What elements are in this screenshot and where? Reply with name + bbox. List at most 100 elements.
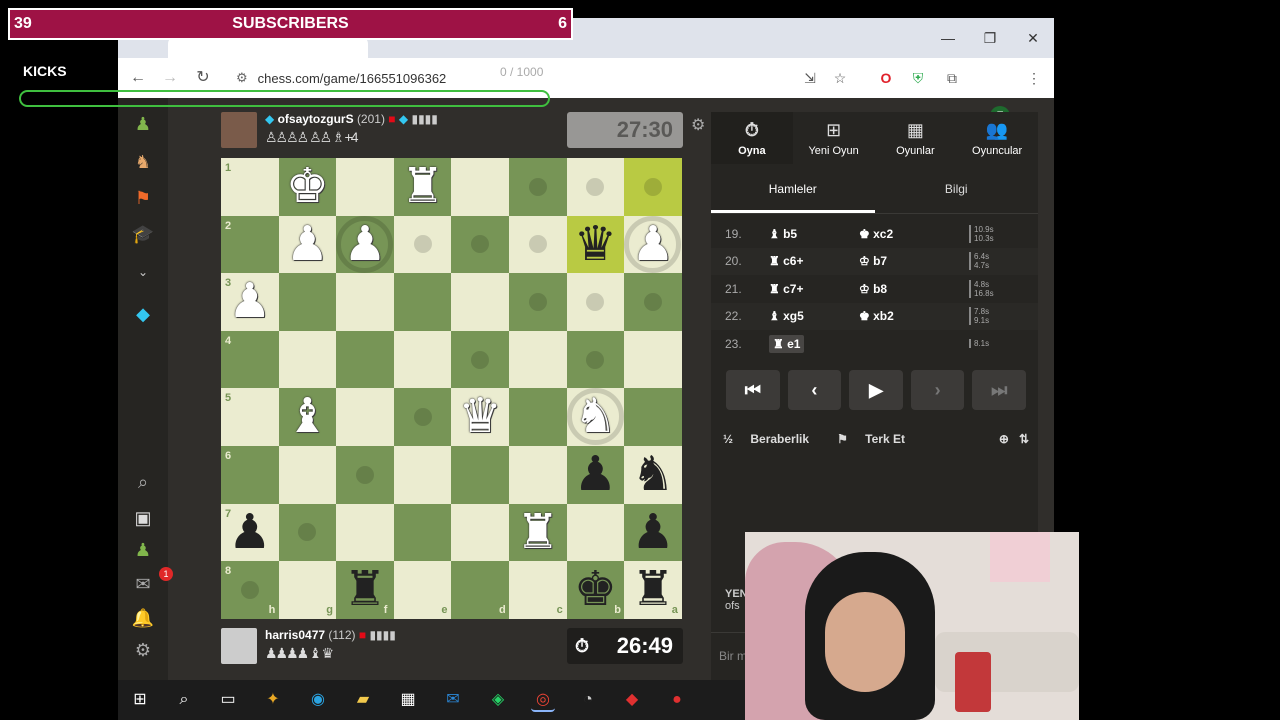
white-move[interactable]: ♜ c6+ (751, 254, 841, 268)
prev-move-button[interactable]: ‹ (787, 370, 842, 410)
current-move[interactable]: ♜ e1 (769, 334, 805, 353)
add-time-icon[interactable]: ⊕ (999, 432, 1009, 446)
black-move[interactable]: ♔ b8 (841, 282, 969, 296)
forward-icon[interactable]: → (158, 66, 182, 90)
nav-yeni-oyun[interactable]: ⊞ Yeni Oyun (793, 112, 875, 164)
white-piece[interactable]: ♟ (279, 216, 337, 274)
install-icon[interactable]: ⇲ (798, 66, 822, 90)
move-hint-dot[interactable] (644, 293, 662, 311)
taskbar-search-icon[interactable]: ⌕ (172, 688, 196, 712)
black-piece[interactable]: ♟ (221, 504, 279, 562)
flip-board-icon[interactable]: ⇅ (1019, 432, 1029, 446)
board-square[interactable] (451, 446, 509, 504)
more-chevron-icon[interactable]: ⌄ (131, 260, 155, 284)
next-move-button[interactable]: › (910, 370, 965, 410)
chess-board[interactable]: 1 2 3 4 5 6 7 8 h g f e d c b a ♚ ♜ ♟ ♟ ♛ ♟ ♟ ♝ ♛ ♞ ♟ ♞ ♟ ♜ ♟ ♜ ♚ ♜ (221, 158, 682, 619)
white-piece[interactable]: ♝ (279, 388, 337, 446)
move-hint-dot[interactable] (413, 408, 432, 427)
board-square[interactable] (509, 446, 567, 504)
move-hint-dot[interactable] (413, 235, 432, 254)
white-move[interactable]: ♝ b5 (751, 227, 841, 241)
copilot-icon[interactable]: ✦ (261, 688, 285, 712)
mail-app-icon[interactable]: ✉ (441, 688, 465, 712)
board-square[interactable] (336, 388, 394, 446)
restore-icon[interactable]: ❐ (978, 26, 1002, 50)
draw-button[interactable]: ½ Beraberlik (723, 432, 823, 446)
menu-kebab-icon[interactable]: ⋮ (1022, 66, 1046, 90)
settings-gear-icon[interactable]: ⚙ (131, 638, 155, 662)
move-hint-dot[interactable] (644, 177, 662, 196)
recorder-icon[interactable]: ◔ (576, 688, 600, 712)
edge-icon[interactable]: ◉ (306, 688, 330, 712)
black-move[interactable]: ♔ b7 (841, 254, 969, 268)
white-piece[interactable]: ♜ (394, 158, 452, 216)
board-square[interactable] (278, 330, 337, 389)
windows-start-icon[interactable]: ⊞ (128, 688, 152, 712)
black-piece[interactable]: ♜ (336, 561, 394, 619)
nav-oyuncular[interactable]: 👥 Oyuncular (956, 112, 1038, 164)
tab-moves[interactable]: Hamleler (711, 164, 875, 213)
task-view-icon[interactable]: ▭ (216, 688, 240, 712)
back-icon[interactable]: ← (126, 66, 150, 90)
white-piece[interactable]: ♟ (221, 273, 279, 331)
file-explorer-icon[interactable]: ▰ (351, 688, 375, 712)
user-avatar-icon[interactable]: ▣ (131, 506, 155, 530)
puzzle-icon[interactable]: ♞ (131, 150, 155, 174)
store-icon[interactable]: ▦ (396, 688, 420, 712)
last-move-button[interactable]: ⏭ (972, 370, 1026, 410)
shield-extension-icon[interactable]: ⛨ (906, 66, 930, 90)
board-square[interactable] (393, 446, 452, 504)
close-icon[interactable]: ✕ (1021, 26, 1045, 50)
board-square[interactable] (336, 273, 394, 331)
capture-hint-ring[interactable] (336, 215, 394, 273)
bottom-player-avatar[interactable] (221, 628, 257, 664)
top-player-name[interactable]: ofsaytozgurS (278, 112, 354, 126)
board-square[interactable] (336, 503, 394, 562)
board-settings-icon[interactable]: ⚙ (691, 115, 705, 135)
move-hint-dot[interactable] (528, 177, 547, 196)
lessons-icon[interactable]: ⚑ (131, 186, 155, 210)
board-square[interactable] (393, 503, 452, 562)
nav-oyna[interactable]: ⏱ Oyna (711, 112, 793, 164)
mail-icon[interactable]: ✉ 1 (131, 567, 173, 596)
black-move[interactable]: ♚ xc2 (841, 227, 969, 241)
streamlabs-icon[interactable]: ● (665, 688, 689, 712)
board-square[interactable] (451, 503, 509, 562)
capture-hint-ring[interactable] (566, 388, 624, 446)
black-piece[interactable]: ♟ (567, 446, 625, 504)
white-piece[interactable]: ♛ (451, 388, 509, 446)
board-square[interactable] (393, 330, 452, 389)
board-square[interactable] (509, 330, 567, 389)
extensions-icon[interactable]: ⧉ (940, 66, 964, 90)
chesscom-logo-icon[interactable]: ♟ (131, 112, 155, 136)
move-hint-dot[interactable] (528, 293, 547, 311)
white-piece[interactable]: ♚ (279, 158, 337, 216)
site-info-icon[interactable]: ⚙ (236, 70, 248, 86)
board-square[interactable] (278, 446, 337, 504)
first-move-button[interactable]: ⏮ (726, 370, 780, 410)
board-square[interactable] (336, 158, 394, 216)
move-hint-dot[interactable] (240, 581, 259, 599)
chrome-icon[interactable]: ◎ (531, 688, 555, 712)
opera-extension-icon[interactable]: O (874, 66, 898, 90)
premium-diamond-icon[interactable]: ◆ (131, 302, 155, 326)
board-square[interactable] (393, 273, 452, 331)
black-piece[interactable]: ♚ (567, 561, 625, 619)
bottom-player-name[interactable]: harris0477 (265, 628, 325, 642)
black-piece[interactable]: ♛ (567, 216, 625, 274)
board-square[interactable] (566, 503, 625, 562)
black-move[interactable]: ♚ xb2 (841, 309, 969, 323)
black-piece[interactable]: ♞ (624, 446, 682, 504)
search-icon[interactable]: ⌕ (131, 470, 155, 494)
move-hint-dot[interactable] (471, 350, 490, 369)
play-button[interactable]: ▶ (849, 370, 903, 410)
board-square[interactable] (451, 158, 509, 216)
minimize-icon[interactable]: — (936, 26, 960, 50)
move-hint-dot[interactable] (586, 350, 605, 369)
bell-icon[interactable]: 🔔 (131, 606, 155, 630)
move-hint-dot[interactable] (356, 465, 374, 484)
board-square[interactable] (509, 388, 567, 446)
friends-icon[interactable]: ♟ (131, 538, 155, 562)
tab-info[interactable]: Bilgi (875, 164, 1039, 213)
resign-button[interactable]: ⚑ Terk Et (837, 432, 919, 446)
